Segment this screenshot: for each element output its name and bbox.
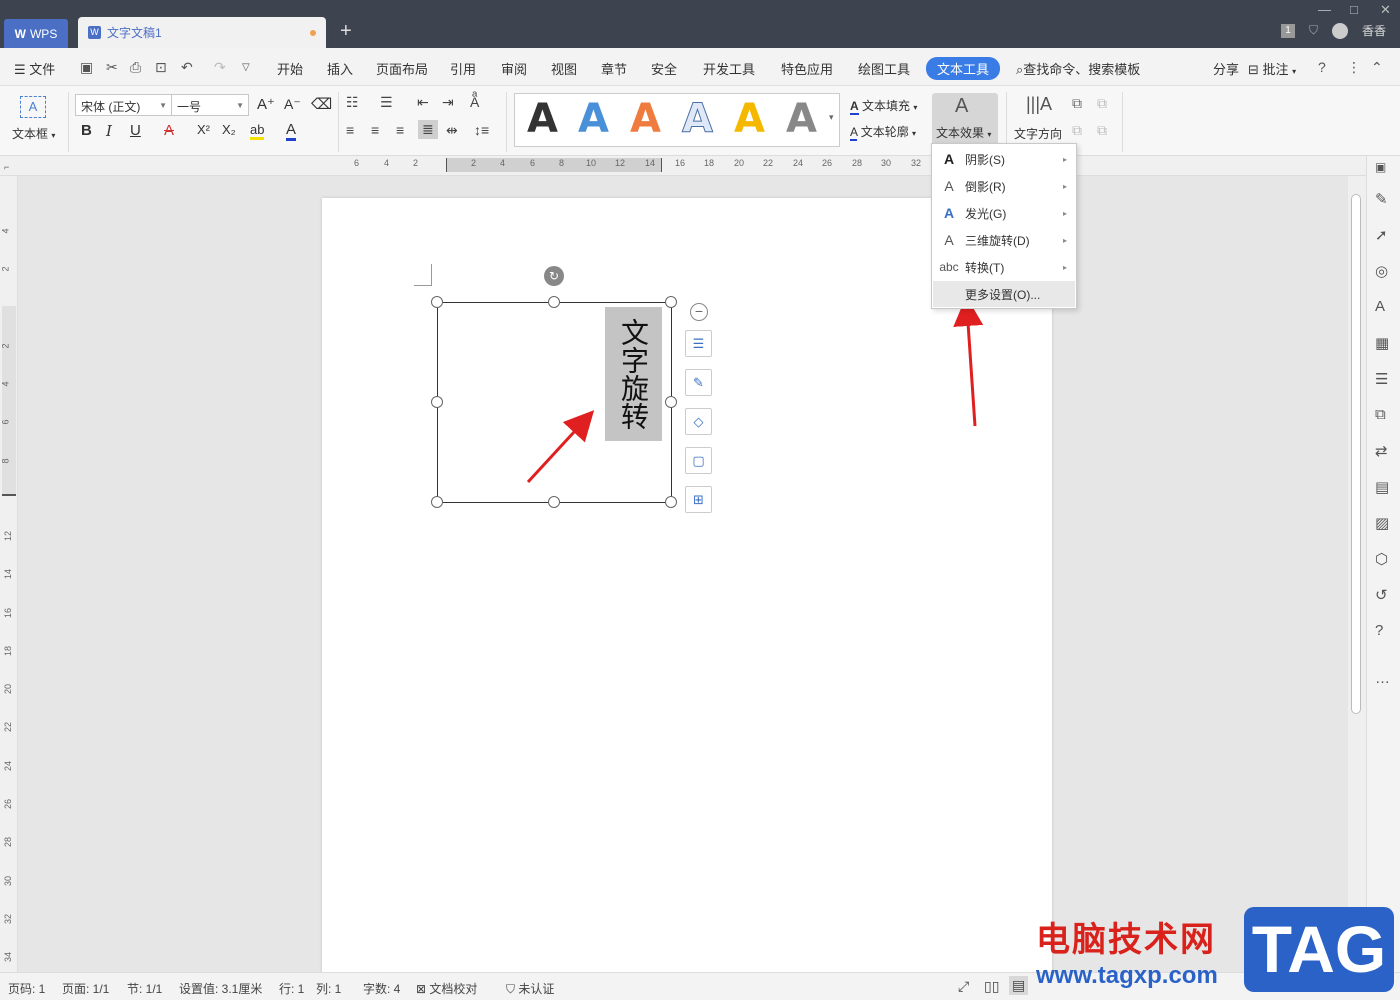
menu-item-glow[interactable]: A 发光(G) ▸ bbox=[933, 200, 1075, 226]
menu-item-shadow-label: 阴影(S) bbox=[965, 152, 1005, 167]
glow-a-icon: A bbox=[943, 205, 955, 221]
adjust-icon[interactable]: ☰ bbox=[1375, 370, 1388, 388]
select-cursor-icon[interactable]: ➚ bbox=[1375, 226, 1388, 244]
help-circle-icon[interactable]: ? bbox=[1375, 622, 1383, 639]
status-col[interactable]: 列: 1 bbox=[316, 980, 341, 997]
page-view-icon[interactable]: ▤ bbox=[1009, 976, 1029, 995]
menu-item-glow-label: 发光(G) bbox=[965, 206, 1007, 221]
table-icon[interactable]: ▦ bbox=[1375, 334, 1389, 352]
more-horizontal-icon[interactable]: … bbox=[1375, 670, 1390, 687]
menu-item-3d-rotation-label: 三维旋转(D) bbox=[965, 233, 1030, 248]
status-word-count[interactable]: 字数: 4 bbox=[363, 980, 400, 997]
chevron-right-icon: ▸ bbox=[1062, 235, 1067, 245]
status-section[interactable]: 节: 1/1 bbox=[127, 980, 162, 997]
transform-abc-icon: abc bbox=[939, 260, 959, 274]
fullscreen-icon[interactable]: ⤢ bbox=[958, 978, 969, 995]
edit-pen-icon[interactable]: ✎ bbox=[1375, 190, 1388, 208]
certification-button[interactable]: ⛉ 未认证 bbox=[506, 980, 554, 997]
image-search-icon[interactable]: ⧉ bbox=[1375, 406, 1386, 423]
archive-icon[interactable]: ▤ bbox=[1375, 478, 1389, 496]
watermark-url: www.tagxp.com bbox=[1036, 962, 1218, 989]
shield-check-icon: ⛉ bbox=[506, 982, 516, 996]
history-icon[interactable]: ↺ bbox=[1375, 586, 1388, 604]
status-page[interactable]: 页面: 1/1 bbox=[62, 980, 109, 997]
shapes-icon[interactable]: ◎ bbox=[1375, 262, 1388, 280]
menu-item-transform[interactable]: abc 转换(T) ▸ bbox=[933, 254, 1075, 280]
shadow-a-icon: A bbox=[943, 151, 955, 167]
proofread-button[interactable]: ⊠ 文档校对 bbox=[416, 980, 477, 997]
chevron-right-icon: ▸ bbox=[1062, 181, 1067, 191]
vertical-scrollbar[interactable] bbox=[1348, 176, 1366, 972]
read-mode-icon[interactable]: ▯▯ bbox=[984, 978, 999, 995]
right-task-panel: ▣ ✎ ➚ ◎ A ▦ ☰ ⧉ ⇄ ▤ ▨ ⬡ ↺ ? … bbox=[1366, 156, 1400, 972]
chevron-right-icon: ▸ bbox=[1062, 262, 1067, 272]
menu-item-more-settings-label: 更多设置(O)... bbox=[965, 287, 1041, 302]
reflection-a-icon: A bbox=[944, 178, 954, 194]
annotation-arrows bbox=[526, 296, 984, 484]
arrow-to-text bbox=[526, 410, 595, 484]
status-row[interactable]: 行: 1 bbox=[279, 980, 304, 997]
proofread-label: 文档校对 bbox=[429, 982, 478, 996]
scrollbar-thumb[interactable] bbox=[1351, 194, 1361, 714]
status-page-number[interactable]: 页码: 1 bbox=[8, 980, 45, 997]
translate-icon[interactable]: ⇄ bbox=[1375, 442, 1388, 460]
text-effect-dropdown: A 阴影(S) ▸ A 倒影(R) ▸ A 发光(G) ▸ A 三维旋转(D) … bbox=[931, 143, 1077, 309]
text-style-icon[interactable]: A bbox=[1375, 298, 1385, 315]
status-setting[interactable]: 设置值: 3.1厘米 bbox=[179, 980, 262, 997]
picture-icon[interactable]: ▨ bbox=[1375, 514, 1389, 532]
menu-item-more-settings[interactable]: 更多设置(O)... bbox=[933, 281, 1075, 307]
chevron-right-icon: ▸ bbox=[1062, 208, 1067, 218]
menu-item-shadow[interactable]: A 阴影(S) ▸ bbox=[933, 146, 1075, 172]
proofread-icon: ⊠ bbox=[416, 982, 427, 996]
watermark-tag-logo: TAG bbox=[1244, 907, 1394, 992]
shield-icon[interactable]: ⬡ bbox=[1375, 550, 1388, 568]
menu-item-reflection[interactable]: A 倒影(R) ▸ bbox=[933, 173, 1075, 199]
menu-item-transform-label: 转换(T) bbox=[965, 260, 1005, 275]
chevron-right-icon: ▸ bbox=[1062, 154, 1067, 164]
menu-item-3d-rotation[interactable]: A 三维旋转(D) ▸ bbox=[933, 227, 1075, 253]
3d-rotation-a-icon: A bbox=[944, 232, 954, 248]
certification-label: 未认证 bbox=[518, 982, 555, 996]
menu-item-reflection-label: 倒影(R) bbox=[965, 179, 1006, 194]
panel-toggle-icon[interactable]: ▣ bbox=[1375, 160, 1386, 174]
arrow-to-more-settings bbox=[953, 296, 984, 427]
watermark-site-name: 电脑技术网 bbox=[1036, 921, 1216, 959]
